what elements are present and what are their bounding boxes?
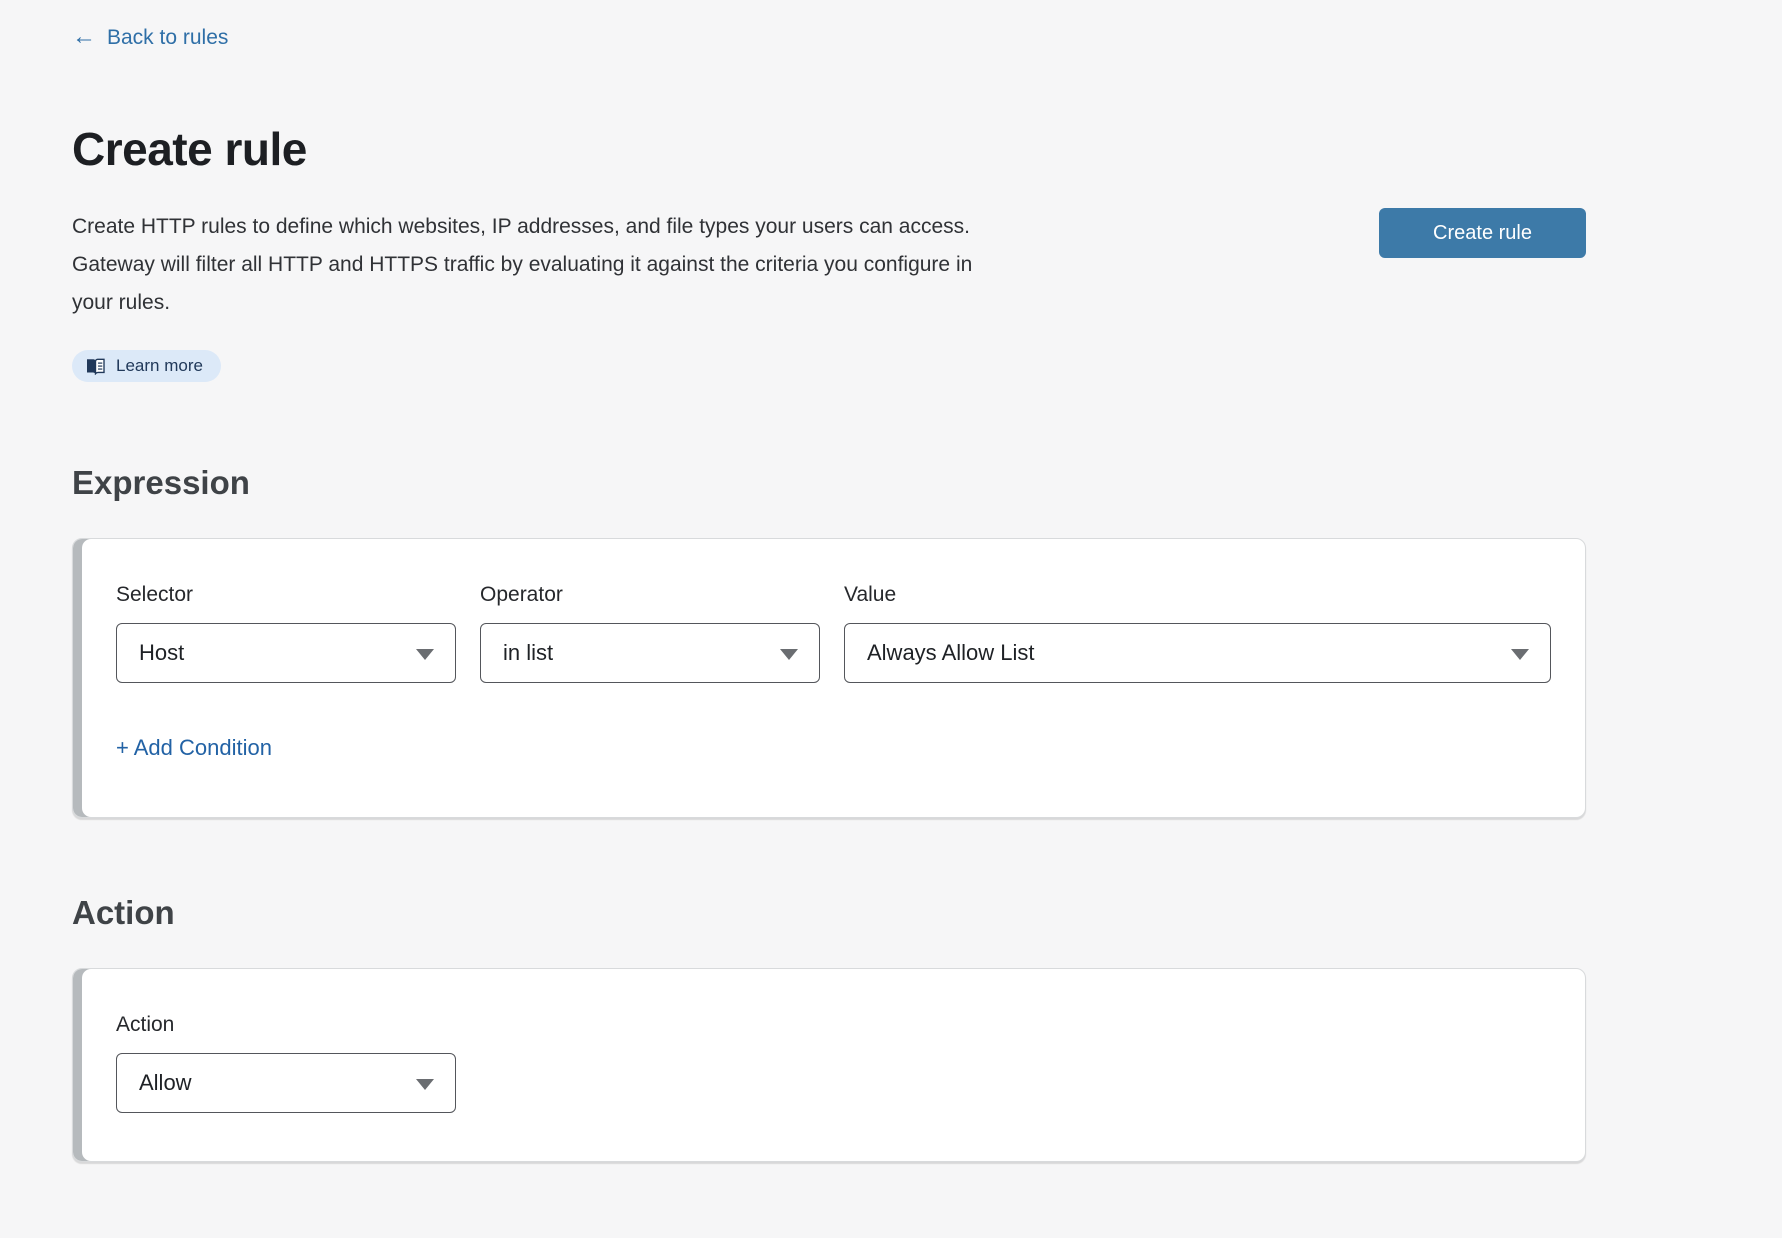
open-book-icon — [85, 358, 106, 375]
create-rule-page: ← Back to rules Create rule Create HTTP … — [0, 0, 1782, 1162]
selector-label: Selector — [116, 583, 456, 607]
header-row: Create HTTP rules to define which websit… — [72, 208, 1586, 322]
operator-dropdown[interactable]: in list — [480, 623, 820, 683]
value-dropdown[interactable]: Always Allow List — [844, 623, 1551, 683]
page-title: Create rule — [72, 122, 1586, 176]
add-condition-link[interactable]: + Add Condition — [116, 735, 272, 761]
value-field: Value Always Allow List — [844, 583, 1551, 683]
description-line: your rules. — [72, 284, 972, 322]
operator-label: Operator — [480, 583, 820, 607]
operator-field: Operator in list — [480, 583, 820, 683]
chevron-down-icon — [1511, 649, 1529, 660]
action-label: Action — [116, 1013, 456, 1037]
create-rule-button[interactable]: Create rule — [1379, 208, 1586, 258]
chevron-down-icon — [780, 649, 798, 660]
expression-card: Selector Host Operator in list Value — [72, 538, 1586, 818]
action-section-heading: Action — [72, 894, 1586, 932]
selector-dropdown-value: Host — [139, 640, 184, 666]
expression-section-heading: Expression — [72, 464, 1586, 502]
chevron-down-icon — [416, 649, 434, 660]
value-label: Value — [844, 583, 1551, 607]
expression-condition-row: Selector Host Operator in list Value — [116, 583, 1551, 683]
action-card: Action Allow — [72, 968, 1586, 1162]
selector-dropdown[interactable]: Host — [116, 623, 456, 683]
learn-more-label: Learn more — [116, 356, 203, 376]
chevron-down-icon — [416, 1079, 434, 1090]
operator-dropdown-value: in list — [503, 640, 553, 666]
description-line: Create HTTP rules to define which websit… — [72, 208, 972, 246]
back-to-rules-link[interactable]: ← Back to rules — [72, 26, 228, 50]
back-link-label: Back to rules — [107, 26, 228, 50]
selector-field: Selector Host — [116, 583, 456, 683]
learn-more-badge[interactable]: Learn more — [72, 350, 221, 382]
action-dropdown-value: Allow — [139, 1070, 192, 1096]
description-line: Gateway will filter all HTTP and HTTPS t… — [72, 246, 972, 284]
action-dropdown[interactable]: Allow — [116, 1053, 456, 1113]
back-arrow-icon: ← — [72, 25, 96, 49]
page-description: Create HTTP rules to define which websit… — [72, 208, 972, 322]
action-field: Action Allow — [116, 1013, 456, 1113]
value-dropdown-value: Always Allow List — [867, 640, 1035, 666]
